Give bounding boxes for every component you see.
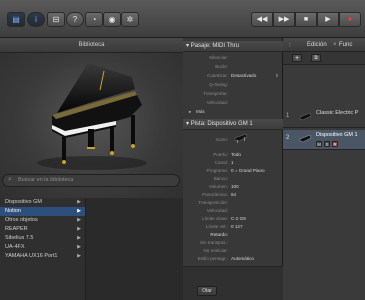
- mute-button[interactable]: M: [316, 141, 322, 147]
- help-icon[interactable]: ?: [66, 12, 84, 27]
- record-enable-button[interactable]: R: [332, 141, 338, 147]
- bottom-button[interactable]: Otar: [197, 286, 217, 296]
- track-section-header[interactable]: ▾ Pista: Dispositivo GM 1: [183, 119, 283, 130]
- stop-button[interactable]: ■: [295, 12, 317, 27]
- tracks-panel: ⁝ Edición × Func + ⧉ 1 Classic Electric …: [283, 38, 365, 300]
- tab-edit[interactable]: Edición: [307, 42, 327, 48]
- track-param-row[interactable]: Estilo pentagr.: Automático: [183, 255, 283, 263]
- region-param-row[interactable]: Velocidad:: [183, 99, 283, 107]
- library-toggle-icon[interactable]: ▤: [7, 12, 25, 27]
- piano-icon: [234, 132, 248, 144]
- grand-piano-icon: [37, 63, 147, 170]
- track-param-row[interactable]: Volumen: 100: [183, 183, 283, 191]
- region-param-row[interactable]: Cuantizar: Desactivado ⇕: [183, 72, 283, 80]
- track-name: Classic Electric P: [316, 110, 359, 116]
- solo-button[interactable]: S: [324, 141, 330, 147]
- region-param-row[interactable]: Bucle:: [183, 63, 283, 71]
- piano-icon: [299, 134, 312, 144]
- track-param-row[interactable]: Límite vel.: 0 127: [183, 223, 283, 231]
- chevron-right-icon: ▶: [77, 199, 81, 205]
- record-button[interactable]: ●: [339, 12, 361, 27]
- inspector-toggle-icon[interactable]: i: [27, 12, 45, 27]
- track-icon-row[interactable]: Icono:: [183, 133, 283, 144]
- more-row[interactable]: ▸ Más: [183, 108, 283, 116]
- track-row[interactable]: 1 Classic Electric P: [283, 108, 365, 128]
- close-icon[interactable]: ×: [333, 42, 337, 48]
- forward-button[interactable]: ▶▶: [273, 12, 295, 27]
- track-number: 1: [286, 113, 290, 119]
- tab-func[interactable]: Func: [339, 42, 352, 48]
- region-section-header[interactable]: ▾ Pasaje: MIDI Thru: [183, 41, 283, 52]
- chevron-right-icon: ▶: [77, 244, 81, 250]
- region-param-row[interactable]: Transportar:: [183, 90, 283, 98]
- track-param-row[interactable]: Sin transpos.:: [183, 239, 283, 247]
- metronome-icon[interactable]: ◔: [85, 12, 103, 27]
- tuner-icon[interactable]: ◉: [103, 12, 121, 27]
- track-name: Dispositivo GM 1: [316, 132, 358, 138]
- library-item[interactable]: UA-4FX ▶: [0, 243, 85, 252]
- search-placeholder: Buscar en la biblioteca: [18, 177, 74, 183]
- library-title: Biblioteca: [0, 38, 183, 53]
- rewind-button[interactable]: ◀◀: [251, 12, 273, 27]
- toolbar-toggle-icon[interactable]: ⊟: [47, 12, 65, 27]
- track-param-row[interactable]: Velocidad:: [183, 207, 283, 215]
- library-search-field[interactable]: ⌕ Buscar en la biblioteca: [2, 174, 180, 187]
- library-sublist: [86, 198, 183, 300]
- add-track-button[interactable]: +: [292, 54, 302, 62]
- chevron-right-icon: ▶: [77, 208, 81, 214]
- track-param-row[interactable]: Canal: 1: [183, 159, 283, 167]
- region-param-row[interactable]: Q-Swing:: [183, 81, 283, 89]
- library-item[interactable]: Notion ▶: [0, 207, 85, 216]
- chevron-right-icon: ▶: [77, 217, 81, 223]
- list-icon[interactable]: ⁝: [289, 42, 291, 49]
- library-list: Dispositivo GM ▶ Notion ▶ Otros objetos ▶ R…: [0, 198, 86, 300]
- tracks-tab-bar: ⁝ Edición × Func: [283, 38, 365, 52]
- track-param-row[interactable]: Puerto: Todo: [183, 151, 283, 159]
- updown-icon: ⇕: [275, 73, 279, 78]
- track-number: 2: [286, 135, 290, 141]
- track-param-row[interactable]: Programa: 0 = Grand Piano: [183, 167, 283, 175]
- track-param-row[interactable]: Transposición:: [183, 199, 283, 207]
- track-param-row[interactable]: Límite clave: C-2 G8: [183, 215, 283, 223]
- chevron-right-icon: ▶: [77, 235, 81, 241]
- play-button[interactable]: ▶: [317, 12, 339, 27]
- track-param-row[interactable]: Panorámica: 64: [183, 191, 283, 199]
- track-param-row[interactable]: Banco:: [183, 175, 283, 183]
- library-item[interactable]: Sibelius 7.5 ▶: [0, 234, 85, 243]
- count-in-icon[interactable]: ✲: [121, 12, 139, 27]
- library-item[interactable]: REAPER ▶: [0, 225, 85, 234]
- region-param-row[interactable]: Silenciar:: [183, 54, 283, 62]
- track-row[interactable]: 2 Dispositivo GM 1 M S R: [283, 130, 365, 150]
- control-bar: ▤ i ⊟ ? ◔ ◉ ✲ ◀◀ ▶▶ ■ ▶ ●: [0, 0, 365, 38]
- disclosure-right-icon: ▸: [189, 109, 192, 114]
- library-item[interactable]: Otros objetos ▶: [0, 216, 85, 225]
- library-item[interactable]: YAMAHA UX16 Port1 ▶: [0, 252, 85, 261]
- duplicate-icon[interactable]: ⧉: [311, 54, 321, 62]
- tracks-header: + ⧉: [283, 52, 365, 65]
- chevron-right-icon: ▶: [77, 226, 81, 232]
- inspector-panel: ▾ Pasaje: MIDI Thru Silenciar: Bucle: Cu…: [183, 38, 283, 300]
- library-panel: Biblioteca ⌕ Buscar en la biblioteca Dis…: [0, 38, 183, 300]
- piano-icon: [299, 112, 312, 122]
- library-item[interactable]: Dispositivo GM ▶: [0, 198, 85, 207]
- track-param-row[interactable]: No reiniciar:: [183, 247, 283, 255]
- search-icon: ⌕: [8, 176, 12, 183]
- track-param-row[interactable]: Retardo:: [183, 231, 283, 239]
- chevron-right-icon: ▶: [77, 253, 81, 259]
